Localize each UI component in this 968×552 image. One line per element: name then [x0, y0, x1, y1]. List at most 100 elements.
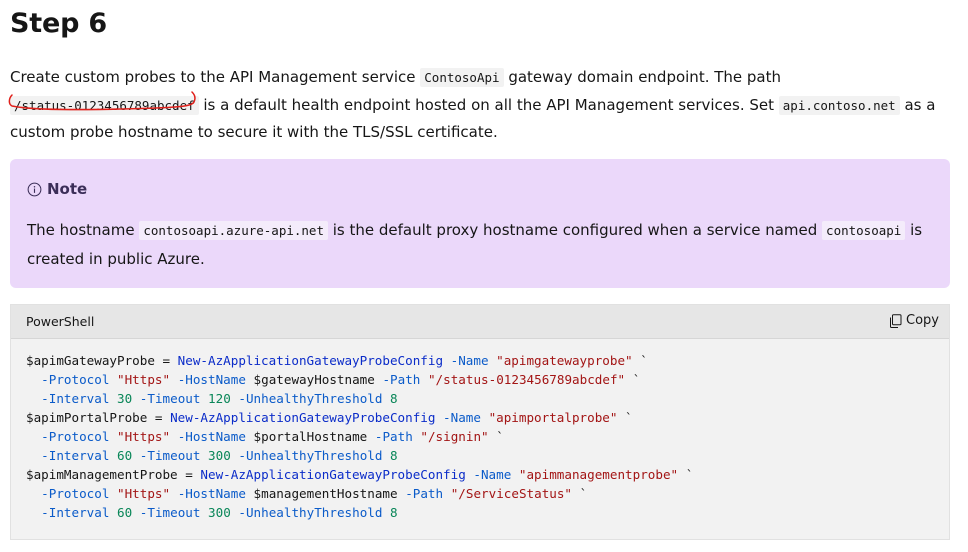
copy-button[interactable]: Copy: [889, 313, 939, 328]
annotated-path: /status-0123456789abcdef: [8, 90, 199, 120]
code-token: "Https": [117, 372, 171, 387]
note-text-1: The hostname: [27, 221, 140, 239]
note-callout: Note The hostname contosoapi.azure-api.n…: [10, 159, 950, 288]
code-token: -Timeout: [139, 505, 201, 520]
code-token: -Timeout: [139, 391, 201, 406]
hostname-code: api.contoso.net: [778, 95, 900, 115]
code-token: -Interval: [41, 391, 110, 406]
code-token: `: [625, 372, 641, 387]
code-token: -Name: [443, 410, 481, 425]
powershell-code[interactable]: $apimGatewayProbe = New-AzApplicationGat…: [26, 351, 693, 522]
code-token: -Protocol: [41, 429, 110, 444]
code-token: $managementHostname: [253, 486, 398, 501]
code-token: =: [147, 410, 171, 425]
code-token: "Https": [117, 429, 171, 444]
code-line: $apimManagementProbe = New-AzApplication…: [26, 465, 693, 484]
code-line: -Interval 30 -Timeout 120 -UnhealthyThre…: [26, 389, 693, 408]
code-line: -Interval 60 -Timeout 300 -UnhealthyThre…: [26, 503, 693, 522]
proxy-hostname-code: contosoapi.azure-api.net: [139, 221, 328, 240]
service-code: contosoapi: [822, 221, 906, 240]
note-title: Note: [27, 180, 87, 198]
step-heading: Step 6: [10, 8, 107, 39]
code-token: New-AzApplicationGatewayProbeConfig: [170, 410, 436, 425]
code-token: -Path: [374, 429, 413, 444]
code-block: PowerShell Copy $apimGatewayProbe = New-…: [10, 304, 950, 540]
intro-text-2: gateway domain endpoint. The path: [503, 68, 782, 86]
code-token: 8: [390, 505, 398, 520]
code-line: -Protocol "Https" -HostName $gatewayHost…: [26, 370, 693, 389]
note-text-2: is the default proxy hostname configured…: [327, 221, 823, 239]
code-token: $apimPortalProbe: [26, 410, 148, 425]
info-icon: [27, 182, 42, 196]
code-token: "apimportalprobe": [488, 410, 618, 425]
code-token: -Protocol: [41, 486, 110, 501]
copy-icon: [890, 313, 902, 328]
code-token: -HostName: [177, 486, 246, 501]
code-token: `: [488, 429, 504, 444]
code-token: $apimGatewayProbe: [26, 353, 155, 368]
code-token: "apimgatewayprobe": [496, 353, 633, 368]
code-line: -Interval 60 -Timeout 300 -UnhealthyThre…: [26, 446, 693, 465]
intro-text-1: Create custom probes to the API Manageme…: [10, 68, 421, 86]
code-token: $gatewayHostname: [253, 372, 375, 387]
code-token: -HostName: [177, 429, 246, 444]
code-token: "/ServiceStatus": [450, 486, 573, 501]
code-token: New-AzApplicationGatewayProbeConfig: [177, 353, 444, 368]
code-token: -Interval: [41, 505, 110, 520]
code-token: "/signin": [420, 429, 489, 444]
code-token: -HostName: [177, 372, 246, 387]
code-token: 300: [208, 505, 231, 520]
code-token: -Name: [450, 353, 489, 368]
code-token: `: [632, 353, 648, 368]
code-token: New-AzApplicationGatewayProbeConfig: [200, 467, 466, 482]
code-token: "Https": [117, 486, 171, 501]
code-line: -Protocol "Https" -HostName $portalHostn…: [26, 427, 693, 446]
code-token: -UnhealthyThreshold: [238, 391, 383, 406]
intro-text-3: is a default health endpoint hosted on a…: [198, 95, 779, 114]
code-token: -Interval: [41, 448, 110, 463]
code-token: `: [617, 410, 633, 425]
code-token: 8: [390, 448, 398, 463]
code-token: 8: [390, 391, 398, 406]
code-language-label: PowerShell: [26, 314, 95, 329]
code-token: 60: [117, 448, 133, 463]
code-token: -UnhealthyThreshold: [238, 505, 383, 520]
code-token: -Path: [405, 486, 444, 501]
code-token: =: [154, 353, 178, 368]
code-token: =: [177, 467, 201, 482]
code-token: -Protocol: [41, 372, 110, 387]
code-token: 300: [208, 448, 231, 463]
copy-label: Copy: [906, 313, 939, 328]
code-line: -Protocol "Https" -HostName $managementH…: [26, 484, 693, 503]
code-token: $portalHostname: [253, 429, 368, 444]
code-token: -Name: [473, 467, 512, 482]
code-token: 120: [208, 391, 231, 406]
note-body: The hostname contosoapi.azure-api.net is…: [27, 216, 937, 273]
code-line: $apimPortalProbe = New-AzApplicationGate…: [26, 408, 693, 427]
